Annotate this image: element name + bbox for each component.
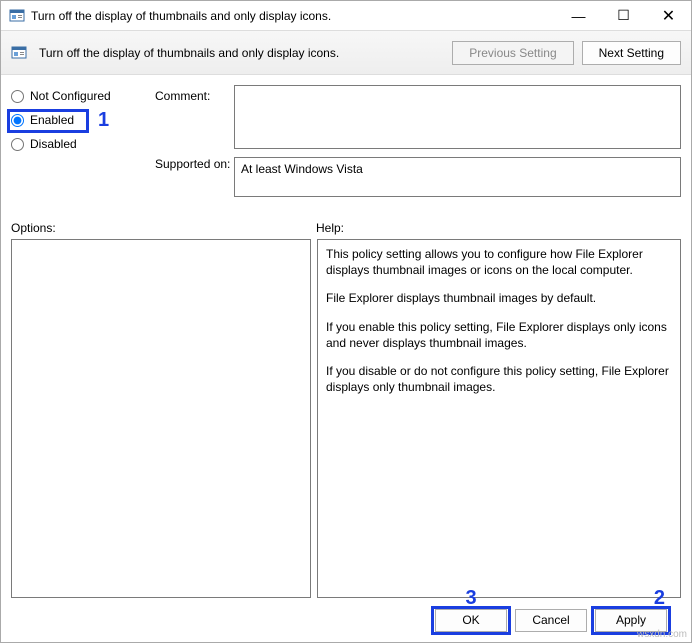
toolbar-title: Turn off the display of thumbnails and o… <box>39 46 444 60</box>
help-text: If you enable this policy setting, File … <box>326 319 672 351</box>
cancel-button[interactable]: Cancel <box>515 609 587 632</box>
radio-label: Not Configured <box>30 89 111 103</box>
radio-label: Enabled <box>30 113 74 127</box>
callout-3: 3 <box>465 587 476 610</box>
comment-input[interactable] <box>234 85 681 149</box>
radio-label: Disabled <box>30 137 77 151</box>
close-button[interactable]: ✕ <box>646 1 691 30</box>
comment-label: Comment: <box>155 85 230 103</box>
supported-box: At least Windows Vista <box>234 157 681 197</box>
ok-button[interactable]: OK <box>435 609 507 632</box>
maximize-button[interactable]: ☐ <box>601 1 646 30</box>
policy-icon <box>9 8 25 24</box>
radio-disabled[interactable]: Disabled <box>11 137 151 151</box>
next-setting-button[interactable]: Next Setting <box>582 41 681 65</box>
dialog-window: Turn off the display of thumbnails and o… <box>0 0 692 643</box>
body-area: Not Configured Enabled 1 Disabled Commen… <box>1 75 691 642</box>
options-label: Options: <box>11 221 316 235</box>
radio-enabled[interactable]: Enabled 1 <box>11 113 151 127</box>
window-title: Turn off the display of thumbnails and o… <box>31 9 556 23</box>
help-text: If you disable or do not configure this … <box>326 363 672 395</box>
callout-1: 1 <box>98 109 109 132</box>
toolbar: Turn off the display of thumbnails and o… <box>1 31 691 75</box>
radio-disabled-input[interactable] <box>11 138 24 151</box>
help-text: This policy setting allows you to config… <box>326 246 672 278</box>
previous-setting-button[interactable]: Previous Setting <box>452 41 573 65</box>
policy-icon <box>11 45 27 61</box>
callout-2: 2 <box>654 587 665 610</box>
highlight-box-3: 3 OK <box>435 609 507 632</box>
help-label: Help: <box>316 221 344 235</box>
window-controls: — ☐ ✕ <box>556 1 691 30</box>
state-radios: Not Configured Enabled 1 Disabled <box>11 85 151 151</box>
help-text: File Explorer displays thumbnail images … <box>326 290 672 306</box>
radio-not-configured-input[interactable] <box>11 90 24 103</box>
options-pane <box>11 239 311 598</box>
help-pane: This policy setting allows you to config… <box>317 239 681 598</box>
radio-not-configured[interactable]: Not Configured <box>11 89 151 103</box>
watermark: wsxdn.com <box>637 629 687 640</box>
panes: This policy setting allows you to config… <box>11 239 681 598</box>
mid-labels: Options: Help: <box>11 221 681 235</box>
titlebar: Turn off the display of thumbnails and o… <box>1 1 691 31</box>
radio-enabled-input[interactable] <box>11 114 24 127</box>
settings-grid: Not Configured Enabled 1 Disabled Commen… <box>11 85 681 205</box>
supported-label: Supported on: <box>155 157 230 171</box>
minimize-button[interactable]: — <box>556 1 601 30</box>
footer: 3 OK Cancel 2 Apply <box>11 598 681 642</box>
